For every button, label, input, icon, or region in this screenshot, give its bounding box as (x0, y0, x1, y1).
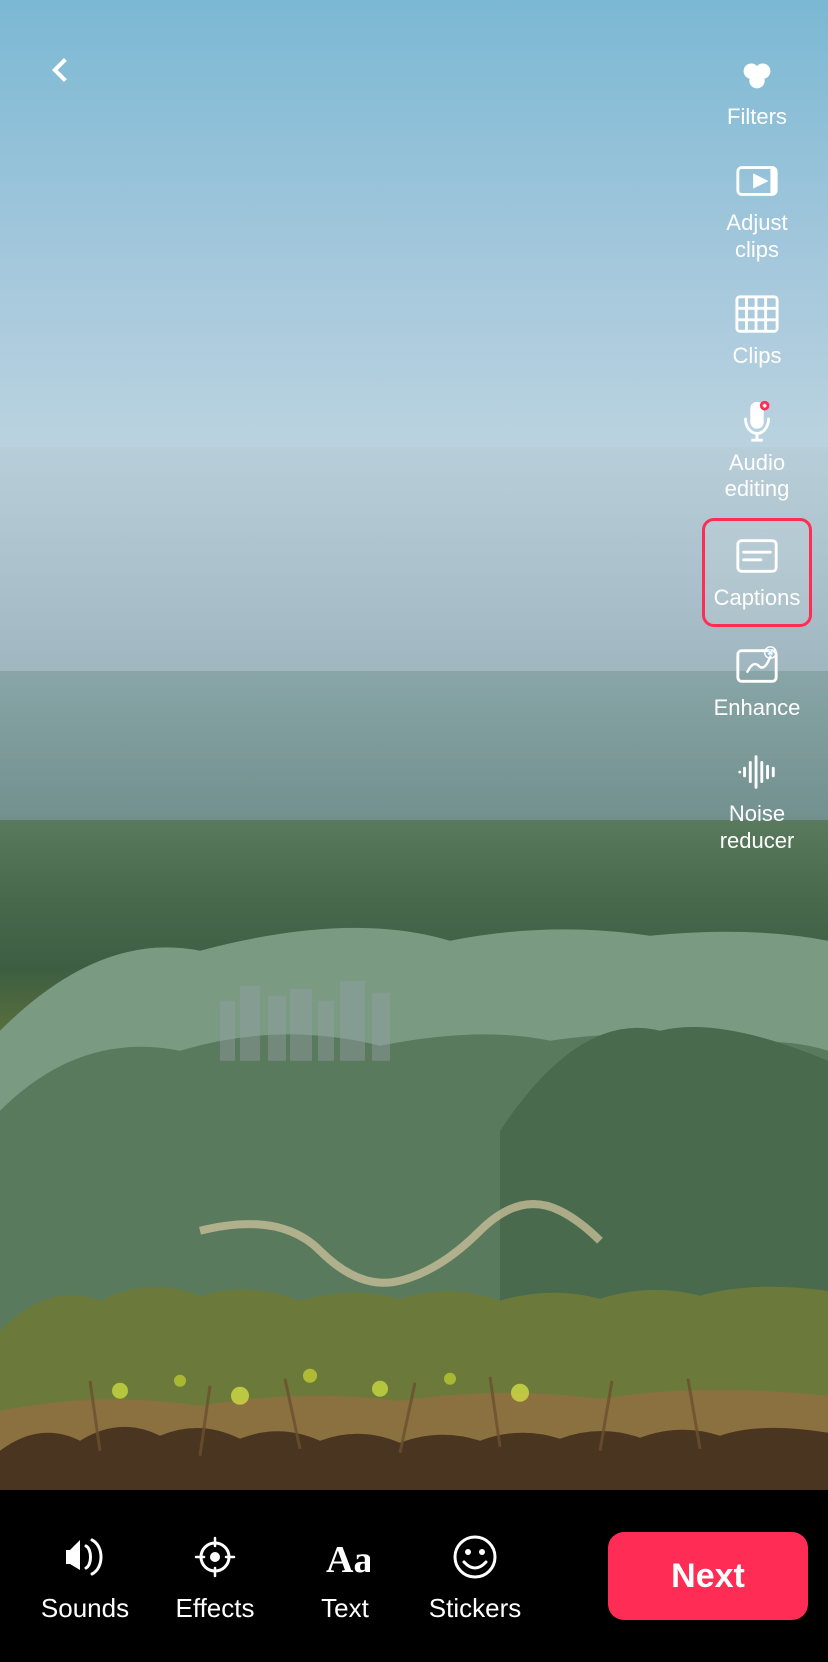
toolbar-items: Sounds Effects Aa (20, 1519, 608, 1634)
effects-label: Effects (175, 1593, 254, 1624)
sidebar-item-enhance[interactable]: Enhance (702, 631, 812, 733)
sidebar-item-audio-editing[interactable]: Audioediting (702, 386, 812, 515)
bottom-toolbar: Sounds Effects Aa (0, 1490, 828, 1662)
toolbar-item-effects[interactable]: Effects (150, 1519, 280, 1634)
clips-icon (734, 291, 780, 337)
stickers-icon (447, 1529, 503, 1585)
adjust-clips-icon (734, 158, 780, 204)
enhance-icon (734, 643, 780, 689)
back-button[interactable] (30, 40, 90, 100)
filters-icon (734, 52, 780, 98)
captions-icon (734, 533, 780, 579)
text-label: Text (321, 1593, 369, 1624)
noise-reducer-icon (734, 749, 780, 795)
text-icon: Aa (317, 1529, 373, 1585)
svg-text:Aa: Aa (326, 1539, 370, 1581)
noise-reducer-label: Noisereducer (720, 801, 795, 854)
sidebar-item-noise-reducer[interactable]: Noisereducer (702, 737, 812, 866)
toolbar-item-text[interactable]: Aa Text (280, 1519, 410, 1634)
enhance-label: Enhance (714, 695, 801, 721)
filters-label: Filters (727, 104, 787, 130)
right-toolbar: Filters Adjust clips Clips (702, 40, 812, 866)
sidebar-item-captions[interactable]: Captions (702, 518, 812, 626)
sidebar-item-adjust-clips[interactable]: Adjust clips (702, 146, 812, 275)
stickers-label: Stickers (429, 1593, 521, 1624)
audio-editing-label: Audioediting (725, 450, 790, 503)
effects-icon (187, 1529, 243, 1585)
adjust-clips-label: Adjust clips (708, 210, 806, 263)
sidebar-item-filters[interactable]: Filters (702, 40, 812, 142)
toolbar-item-sounds[interactable]: Sounds (20, 1519, 150, 1634)
clips-label: Clips (733, 343, 782, 369)
sounds-label: Sounds (41, 1593, 129, 1624)
toolbar-item-stickers[interactable]: Stickers (410, 1519, 540, 1634)
next-button[interactable]: Next (608, 1532, 808, 1620)
audio-editing-icon (734, 398, 780, 444)
sidebar-item-clips[interactable]: Clips (702, 279, 812, 381)
sounds-icon (57, 1529, 113, 1585)
captions-label: Captions (714, 585, 801, 611)
